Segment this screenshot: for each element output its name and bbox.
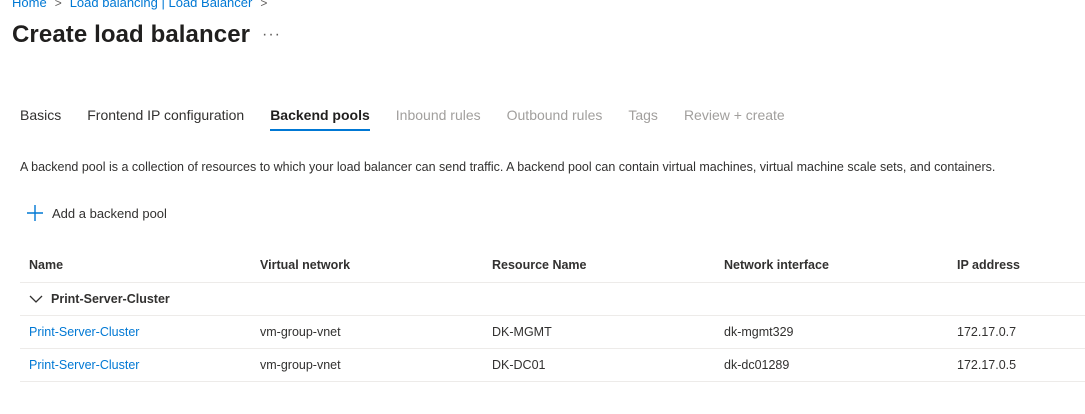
resource-name-cell: DK-DC01 — [492, 358, 546, 372]
pool-group-row[interactable]: Print-Server-Cluster — [20, 283, 1085, 316]
plus-icon — [27, 205, 43, 221]
network-interface-cell: dk-mgmt329 — [724, 325, 794, 339]
pool-group-name: Print-Server-Cluster — [51, 292, 170, 306]
virtual-network-cell: vm-group-vnet — [260, 325, 341, 339]
column-header-virtual-network[interactable]: Virtual network — [251, 258, 483, 272]
column-header-name[interactable]: Name — [20, 258, 251, 272]
column-header-network-interface[interactable]: Network interface — [715, 258, 948, 272]
backend-pool-description: A backend pool is a collection of resour… — [20, 160, 996, 174]
more-options-icon[interactable]: ··· — [262, 26, 281, 44]
tab-bar: Basics Frontend IP configuration Backend… — [20, 107, 811, 131]
tab-backend-pools[interactable]: Backend pools — [270, 107, 370, 131]
chevron-right-icon: > — [54, 0, 62, 10]
chevron-right-icon: > — [260, 0, 268, 10]
breadcrumb-parent-link[interactable]: Load balancing | Load Balancer — [70, 0, 253, 10]
virtual-network-cell: vm-group-vnet — [260, 358, 341, 372]
table-row: Print-Server-Cluster vm-group-vnet DK-MG… — [20, 316, 1085, 349]
network-interface-cell: dk-dc01289 — [724, 358, 790, 372]
ip-address-cell: 172.17.0.7 — [957, 325, 1017, 339]
ip-address-cell: 172.17.0.5 — [957, 358, 1017, 372]
breadcrumb: Home > Load balancing | Load Balancer > — [12, 0, 269, 10]
resource-name-cell: DK-MGMT — [492, 325, 552, 339]
chevron-down-icon[interactable] — [29, 294, 43, 304]
add-backend-pool-label: Add a backend pool — [52, 205, 167, 221]
backend-pools-table: Name Virtual network Resource Name Netwo… — [20, 248, 1085, 382]
breadcrumb-home-link[interactable]: Home — [12, 0, 47, 10]
column-header-resource-name[interactable]: Resource Name — [483, 258, 715, 272]
tab-inbound-rules[interactable]: Inbound rules — [396, 107, 481, 131]
column-header-ip-address[interactable]: IP address — [948, 258, 1085, 272]
pool-name-link[interactable]: Print-Server-Cluster — [20, 325, 251, 339]
tab-frontend-ip-configuration[interactable]: Frontend IP configuration — [87, 107, 244, 131]
tab-review-create[interactable]: Review + create — [684, 107, 785, 131]
table-row: Print-Server-Cluster vm-group-vnet DK-DC… — [20, 349, 1085, 382]
page-title: Create load balancer — [12, 21, 251, 48]
pool-name-link[interactable]: Print-Server-Cluster — [20, 358, 251, 372]
tab-basics[interactable]: Basics — [20, 107, 61, 131]
tab-outbound-rules[interactable]: Outbound rules — [507, 107, 603, 131]
add-backend-pool-button[interactable]: Add a backend pool — [26, 204, 167, 222]
tab-tags[interactable]: Tags — [628, 107, 658, 131]
table-header-row: Name Virtual network Resource Name Netwo… — [20, 248, 1085, 283]
